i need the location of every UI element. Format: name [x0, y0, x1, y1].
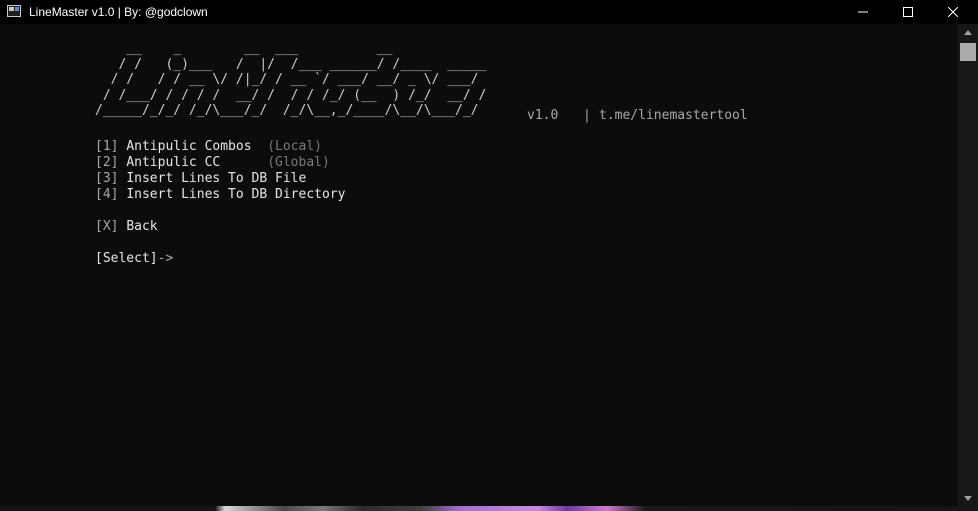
minimize-icon: [858, 11, 868, 13]
minimize-button[interactable]: [840, 0, 886, 24]
menu-label: Insert Lines To DB Directory: [126, 187, 346, 202]
menu-label: Back: [126, 219, 158, 234]
scroll-down-button[interactable]: [958, 490, 978, 506]
close-button[interactable]: [930, 0, 976, 24]
menu-label: Antipulic Combos: [126, 139, 252, 154]
ascii-banner: __ _ __ ___ __ / / (_)___ / |/ /___ ____…: [95, 41, 487, 118]
scroll-thumb[interactable]: [960, 43, 976, 61]
telegram-link: t.me/linemastertool: [599, 108, 748, 123]
prompt-label: [Select]: [95, 251, 158, 266]
menu-scope: (Local): [267, 139, 322, 154]
close-icon: [948, 7, 958, 17]
window-title: LineMaster v1.0 | By: @godclown: [29, 5, 208, 19]
menu-label: Insert Lines To DB File: [126, 171, 307, 186]
version-label: v1.0: [527, 108, 559, 123]
menu-item-back: [X] Back: [95, 219, 158, 235]
console-app-icon: [7, 5, 21, 17]
menu-key: [4]: [95, 187, 119, 202]
chevron-down-icon: [964, 495, 972, 501]
maximize-icon: [903, 7, 913, 17]
desktop-background-strip: [0, 506, 978, 511]
banner-separator: |: [583, 108, 591, 123]
scroll-up-button[interactable]: [958, 24, 978, 40]
console-area[interactable]: __ _ __ ___ __ / / (_)___ / |/ /___ ____…: [0, 24, 958, 506]
menu-key: [X]: [95, 219, 119, 234]
menu-item-antipulic-combos: [1] Antipulic Combos (Local): [95, 139, 322, 155]
menu-item-insert-db-directory: [4] Insert Lines To DB Directory: [95, 187, 345, 203]
title-bar[interactable]: LineMaster v1.0 | By: @godclown: [0, 0, 978, 24]
chevron-up-icon: [964, 29, 972, 35]
vertical-scrollbar[interactable]: [958, 24, 978, 506]
menu-key: [1]: [95, 139, 119, 154]
menu-item-antipulic-cc: [2] Antipulic CC (Global): [95, 155, 330, 171]
menu-item-insert-db-file: [3] Insert Lines To DB File: [95, 171, 306, 187]
menu-scope: (Global): [267, 155, 330, 170]
menu-key: [2]: [95, 155, 119, 170]
menu-label: Antipulic CC: [126, 155, 221, 170]
select-prompt[interactable]: [Select]->: [95, 251, 173, 267]
maximize-button[interactable]: [885, 0, 931, 24]
prompt-arrow: ->: [157, 251, 174, 266]
menu-key: [3]: [95, 171, 119, 186]
